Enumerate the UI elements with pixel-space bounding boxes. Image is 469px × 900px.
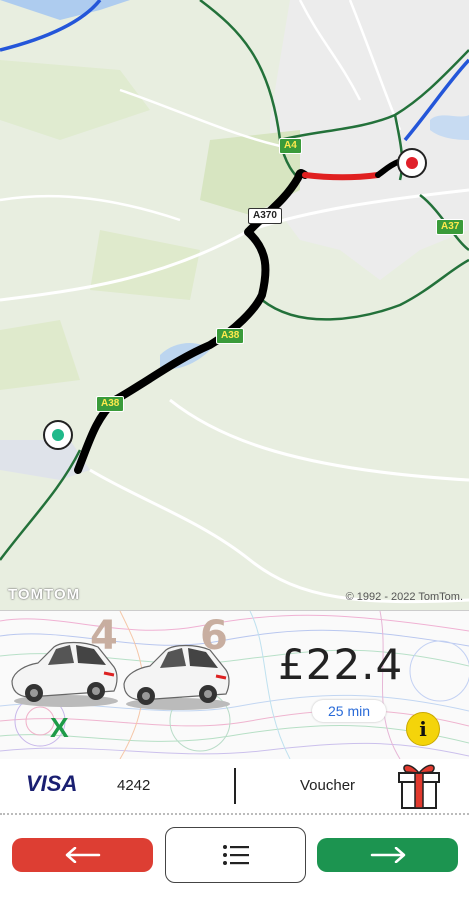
origin-pin[interactable] <box>43 420 73 450</box>
road-label-a37: A37 <box>436 219 465 235</box>
road-label-a38-lower: A38 <box>96 396 125 412</box>
back-button[interactable] <box>12 838 153 872</box>
car-seats-count: 4 <box>90 613 118 659</box>
map-copyright: © 1992 - 2022 TomTom. <box>345 591 463 603</box>
road-label-a4: A4 <box>279 138 302 154</box>
next-button[interactable] <box>317 838 458 872</box>
road-label-a370: A370 <box>248 208 282 224</box>
map-brand-logo: TOMTOM <box>8 586 81 603</box>
destination-pin[interactable] <box>397 148 427 178</box>
cancel-icon[interactable]: X <box>50 712 69 744</box>
origin-dot-icon <box>52 429 64 441</box>
gift-icon[interactable] <box>396 760 442 810</box>
card-last4[interactable]: 4242 <box>117 777 150 794</box>
list-icon <box>222 845 249 865</box>
info-button[interactable]: i <box>406 712 440 746</box>
payment-row: VISA 4242 Voucher <box>0 760 469 812</box>
car-seats-count: 6 <box>200 613 228 659</box>
divider <box>234 768 236 804</box>
road-label-a38-upper: A38 <box>216 328 245 344</box>
list-button[interactable] <box>165 827 306 883</box>
map-view[interactable]: A4 A370 A37 A38 A38 TOMTOM © 1992 - 2022… <box>0 0 469 610</box>
visa-card-logo[interactable]: VISA <box>26 771 77 797</box>
voucher-link[interactable]: Voucher <box>300 777 355 794</box>
fare-price: £22.4 <box>278 640 404 689</box>
eta-badge: 25 min <box>312 700 386 722</box>
section-divider <box>0 813 469 815</box>
map-canvas <box>0 0 469 604</box>
arrow-right-icon <box>370 847 405 863</box>
destination-dot-icon <box>406 157 418 169</box>
arrow-left-icon <box>65 847 100 863</box>
